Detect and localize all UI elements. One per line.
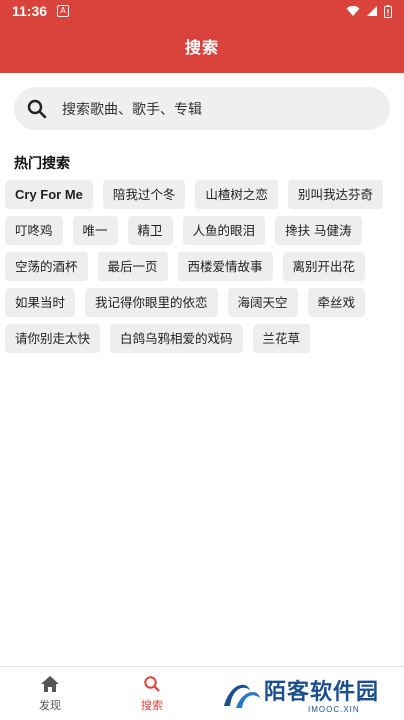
- hot-search-tag[interactable]: 请你别走太快: [5, 324, 101, 353]
- search-icon: [27, 99, 47, 118]
- nav-search[interactable]: 搜索: [122, 675, 182, 713]
- hot-search-tag[interactable]: 陪我过个冬: [102, 180, 186, 209]
- home-icon: [41, 676, 59, 692]
- hot-search-tag[interactable]: 搀扶 马健涛: [275, 216, 362, 245]
- hot-search-tag[interactable]: Cry For Me: [5, 180, 93, 209]
- tag-row: 叮咚鸡 唯一 精卫 人鱼的眼泪 搀扶 马健涛: [5, 216, 399, 245]
- hot-search-tag[interactable]: 空荡的酒杯: [5, 252, 88, 281]
- hot-search-tag[interactable]: 精卫: [127, 216, 173, 245]
- hot-search-tag[interactable]: 别叫我达芬奇: [287, 180, 383, 209]
- hot-search-title: 热门搜索: [14, 156, 70, 172]
- search-icon: [144, 676, 160, 692]
- page-title: 搜索: [184, 38, 219, 57]
- watermark-logo: 陌客软件园 IMOOC.XIN: [220, 672, 400, 718]
- hot-search-tags: Cry For Me 陪我过个冬 山楂树之恋 别叫我达芬奇 叮咚鸡 唯一 精卫 …: [5, 180, 399, 360]
- search-bar[interactable]: 搜索歌曲、歌手、专辑: [14, 87, 390, 130]
- battery-icon: [384, 4, 392, 18]
- tag-row: 如果当时 我记得你眼里的依恋 海阔天空 牵丝戏: [5, 288, 399, 317]
- watermark-text: 陌客软件园: [264, 679, 380, 705]
- hot-search-tag[interactable]: 离别开出花: [282, 252, 366, 281]
- search-input[interactable]: 搜索歌曲、歌手、专辑: [62, 99, 202, 119]
- tag-row: 空荡的酒杯 最后一页 西楼爱情故事 离别开出花: [5, 252, 399, 281]
- wifi-icon: [346, 5, 360, 16]
- watermark-logo-icon: [224, 684, 260, 708]
- nav-discover-label: 发现: [39, 699, 61, 712]
- app-notification-icon: A: [57, 5, 70, 17]
- tag-row: Cry For Me 陪我过个冬 山楂树之恋 别叫我达芬奇: [5, 180, 399, 209]
- hot-search-tag[interactable]: 山楂树之恋: [195, 180, 278, 209]
- hot-search-tag[interactable]: 最后一页: [97, 252, 168, 281]
- hot-search-tag[interactable]: 我记得你眼里的依恋: [85, 288, 218, 317]
- nav-search-label: 搜索: [141, 699, 163, 712]
- app-header: 11:36 A 搜索: [0, 0, 404, 73]
- hot-search-tag[interactable]: 人鱼的眼泪: [182, 216, 266, 245]
- signal-icon: [367, 6, 377, 16]
- hot-search-tag[interactable]: 如果当时: [5, 288, 76, 317]
- hot-search-tag[interactable]: 西楼爱情故事: [177, 252, 273, 281]
- hot-search-tag[interactable]: 牵丝戏: [307, 288, 366, 317]
- nav-discover[interactable]: 发现: [20, 675, 80, 713]
- watermark-subtext: IMOOC.XIN: [308, 705, 360, 714]
- tag-row: 请你别走太快 白鸽乌鸦相爱的戏码 兰花草: [5, 324, 399, 353]
- status-bar: 11:36 A: [0, 0, 404, 22]
- hot-search-tag[interactable]: 兰花草: [252, 324, 311, 353]
- hot-search-tag[interactable]: 海阔天空: [227, 288, 298, 317]
- hot-search-tag[interactable]: 唯一: [72, 216, 118, 245]
- hot-search-tag[interactable]: 叮咚鸡: [5, 216, 63, 245]
- status-time: 11:36: [12, 3, 48, 19]
- hot-search-tag[interactable]: 白鸽乌鸦相爱的戏码: [110, 324, 243, 353]
